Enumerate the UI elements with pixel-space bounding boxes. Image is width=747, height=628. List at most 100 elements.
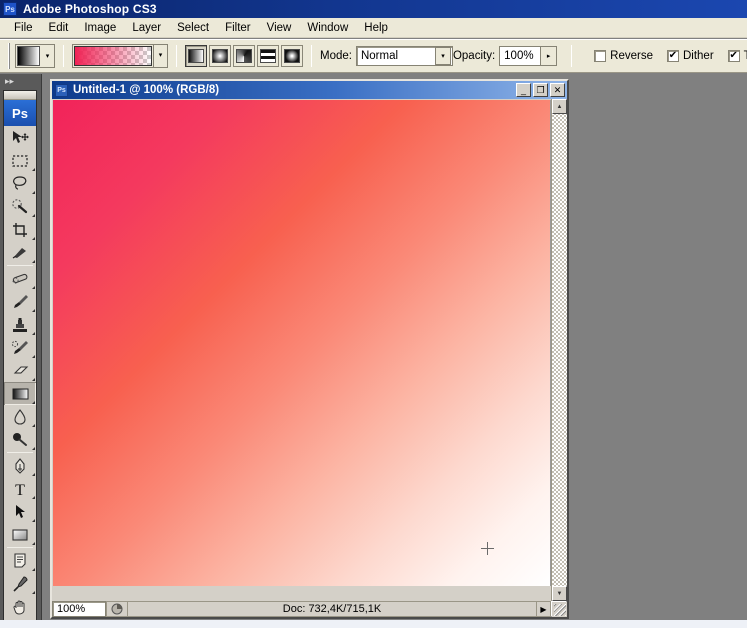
window-controls: _ ❐ ✕	[516, 83, 567, 97]
divider	[571, 45, 573, 67]
radial-gradient-icon	[212, 49, 228, 63]
application-title-bar: Ps Adobe Photoshop CS3	[0, 0, 747, 18]
eraser-tool[interactable]	[4, 359, 36, 382]
vertical-scrollbar[interactable]: ▲ ▼	[551, 99, 567, 601]
menu-item-view[interactable]: View	[259, 20, 300, 36]
gradient-tool-preset-icon	[17, 46, 40, 66]
mode-label: Mode:	[320, 50, 352, 62]
menu-item-window[interactable]: Window	[299, 20, 356, 36]
resize-grip[interactable]	[552, 602, 567, 617]
reverse-label: Reverse	[610, 50, 653, 62]
menu-item-file[interactable]: File	[6, 20, 41, 36]
zoom-level-input[interactable]: 100%	[52, 601, 106, 617]
crop-tool[interactable]	[4, 218, 36, 241]
divider	[311, 45, 312, 67]
blend-mode-value: Normal	[360, 50, 399, 62]
toolbox-gripper[interactable]	[4, 91, 36, 100]
menu-item-layer[interactable]: Layer	[124, 20, 169, 36]
dither-checkbox[interactable]: ✔ Dither	[666, 50, 714, 62]
angle-gradient-icon	[236, 49, 252, 63]
image-canvas[interactable]	[53, 100, 551, 586]
radial-gradient-button[interactable]	[209, 45, 231, 67]
tool-submenu-triangle-icon	[32, 519, 35, 522]
opacity-slider-arrow-icon[interactable]: ▸	[540, 47, 557, 65]
photoshop-logo-icon[interactable]: Ps	[4, 100, 36, 126]
history-brush-tool[interactable]	[4, 336, 36, 359]
tool-submenu-triangle-icon	[32, 473, 35, 476]
pen-tool[interactable]	[4, 454, 36, 477]
angle-gradient-button[interactable]	[233, 45, 255, 67]
scroll-down-button[interactable]: ▼	[552, 586, 567, 601]
lasso-tool[interactable]	[4, 172, 36, 195]
slice-tool[interactable]	[4, 241, 36, 264]
reflected-gradient-icon	[260, 49, 276, 63]
crosshair-cursor	[481, 542, 494, 555]
dither-label: Dither	[682, 50, 714, 62]
workspace-bottom-strip	[0, 620, 747, 628]
blend-mode-select[interactable]: Normal ▾	[355, 46, 453, 66]
menu-item-image[interactable]: Image	[76, 20, 124, 36]
reflected-gradient-button[interactable]	[257, 45, 279, 67]
tool-preset-picker[interactable]: ▾	[15, 44, 55, 68]
diamond-gradient-button[interactable]	[281, 45, 303, 67]
menu-item-filter[interactable]: Filter	[217, 20, 259, 36]
toolbox-panel: ▸▸ Ps T	[0, 74, 42, 628]
gradient-type-group	[185, 45, 303, 67]
close-button[interactable]: ✕	[550, 83, 565, 97]
checkbox-box[interactable]: ✔	[666, 50, 679, 62]
canvas-area	[52, 99, 567, 601]
maximize-button[interactable]: ❐	[533, 83, 548, 97]
gradient-swatch-preview[interactable]	[74, 46, 152, 66]
checkbox-box[interactable]	[594, 50, 607, 62]
linear-gradient-button[interactable]	[185, 45, 207, 67]
magic-wand-tool[interactable]	[4, 195, 36, 218]
document-status-bar: 100% Doc: 732,4K/715,1K ▶ ◀	[52, 601, 567, 617]
chevron-down-icon[interactable]: ▾	[153, 45, 167, 67]
linear-gradient-icon	[188, 49, 204, 63]
document-title-bar[interactable]: Ps Untitled-1 @ 100% (RGB/8) _ ❐ ✕	[52, 81, 567, 99]
path-selection-tool[interactable]	[4, 500, 36, 523]
blur-tool[interactable]	[4, 405, 36, 428]
menu-item-select[interactable]: Select	[169, 20, 217, 36]
tool-submenu-triangle-icon	[32, 214, 35, 217]
tool-submenu-triangle-icon	[32, 424, 35, 427]
clone-stamp-tool[interactable]	[4, 313, 36, 336]
tool-submenu-triangle-icon	[32, 332, 35, 335]
opacity-value: 100%	[504, 50, 534, 62]
tool-submenu-triangle-icon	[32, 378, 35, 381]
minimize-button[interactable]: _	[516, 83, 531, 97]
transparency-checkbox[interactable]: ✔ Transparency	[727, 50, 747, 62]
menu-item-help[interactable]: Help	[356, 20, 396, 36]
status-menu-arrow-icon[interactable]: ▶	[537, 601, 551, 617]
divider	[7, 547, 33, 548]
shape-tool[interactable]	[4, 523, 36, 546]
tool-submenu-triangle-icon	[32, 401, 35, 404]
dodge-tool[interactable]	[4, 428, 36, 451]
gradient-tool[interactable]	[4, 382, 36, 405]
type-tool[interactable]: T	[4, 477, 36, 500]
opacity-input[interactable]: 100% ▸	[499, 46, 558, 66]
divider	[7, 452, 33, 453]
healing-brush-tool[interactable]	[4, 267, 36, 290]
chevron-down-icon[interactable]: ▾	[41, 52, 54, 60]
menu-item-edit[interactable]: Edit	[41, 20, 77, 36]
options-bar-gripper[interactable]	[8, 43, 10, 69]
photoshop-application-window: Ps Adobe Photoshop CS3 File Edit Image L…	[0, 0, 747, 628]
scroll-up-button[interactable]: ▲	[552, 99, 567, 114]
tool-submenu-triangle-icon	[32, 591, 35, 594]
reverse-checkbox[interactable]: Reverse	[594, 50, 653, 62]
gradient-picker[interactable]: ▾	[72, 44, 168, 68]
application-title: Adobe Photoshop CS3	[23, 2, 157, 16]
notes-tool[interactable]	[4, 549, 36, 572]
brush-tool[interactable]	[4, 290, 36, 313]
preview-options-icon[interactable]	[106, 601, 128, 617]
tool-submenu-triangle-icon	[32, 191, 35, 194]
eyedropper-tool[interactable]	[4, 572, 36, 595]
checkbox-box[interactable]: ✔	[727, 50, 740, 62]
tool-submenu-triangle-icon	[32, 168, 35, 171]
move-tool[interactable]	[4, 126, 36, 149]
toolbox-collapse-button[interactable]: ▸▸	[0, 74, 41, 88]
rectangular-marquee-tool[interactable]	[4, 149, 36, 172]
hand-tool[interactable]	[4, 595, 36, 618]
chevron-down-icon[interactable]: ▾	[434, 47, 451, 65]
